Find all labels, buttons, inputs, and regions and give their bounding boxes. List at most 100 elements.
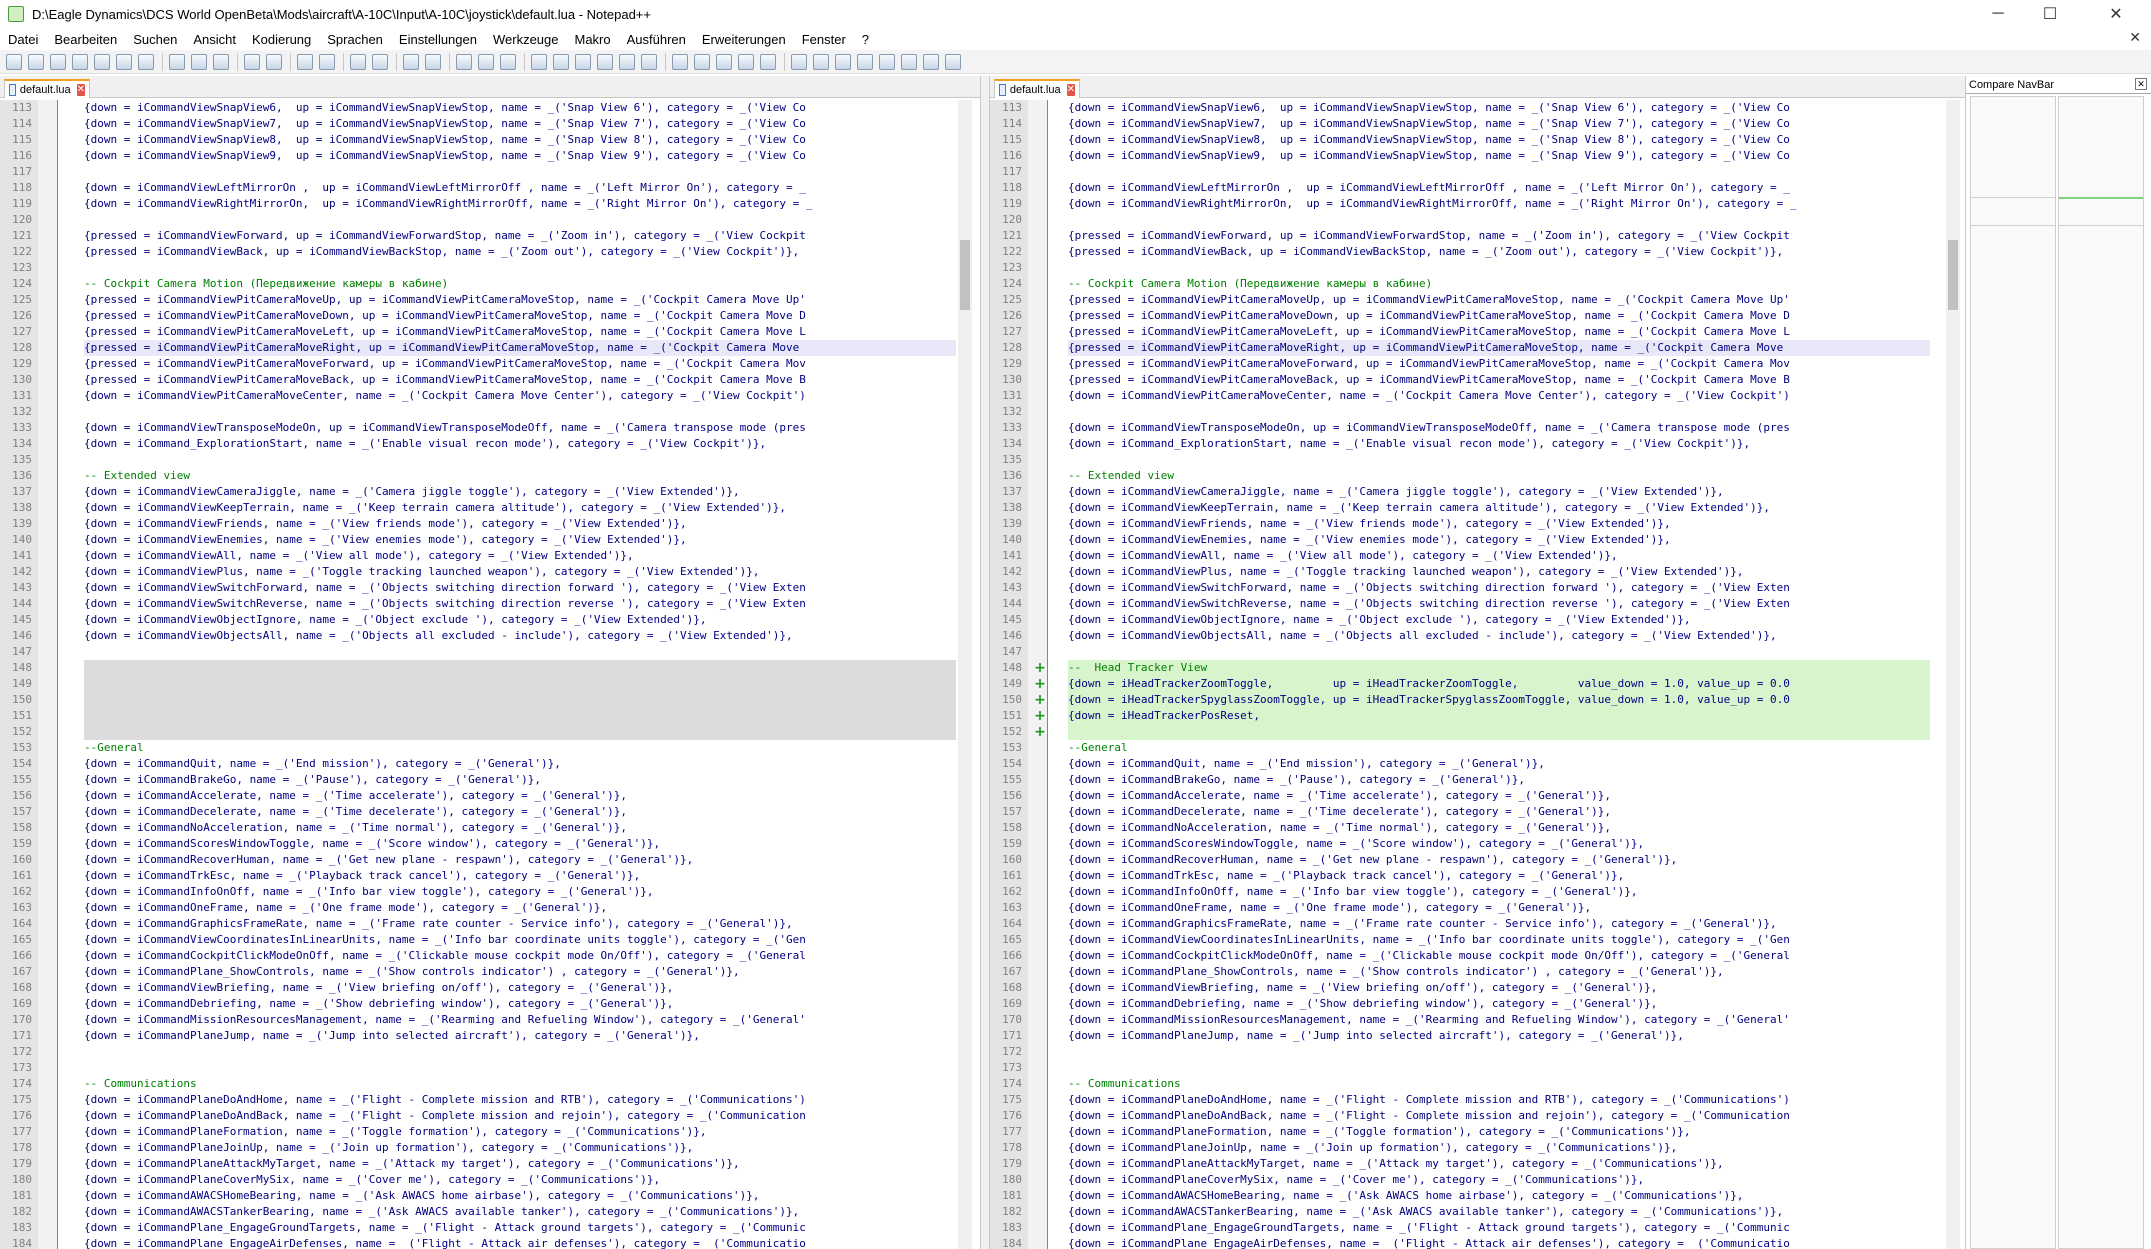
code-line[interactable]: {down = iCommandAWACSHomeBearing, name =… xyxy=(84,1188,956,1204)
code-line[interactable]: {down = iCommandViewPlus, name = _('Togg… xyxy=(84,564,956,580)
code-line[interactable]: {down = iCommandPlaneJump, name = _('Jum… xyxy=(1068,1028,1930,1044)
code-line[interactable]: {down = iCommandViewCameraJiggle, name =… xyxy=(1068,484,1930,500)
code-line[interactable]: {pressed = iCommandViewPitCameraMoveRigh… xyxy=(84,340,956,356)
code-line[interactable]: {pressed = iCommandViewForward, up = iCo… xyxy=(1068,228,1930,244)
code-line[interactable]: {down = iCommandViewObjectsAll, name = _… xyxy=(1068,628,1930,644)
save-all-icon[interactable] xyxy=(72,53,88,70)
minimize-button[interactable]: ─ xyxy=(1972,0,2024,28)
code-line[interactable]: --General xyxy=(84,740,956,756)
code-line[interactable]: {down = iCommandRecoverHuman, name = _('… xyxy=(1068,852,1930,868)
code-line[interactable] xyxy=(1068,1060,1930,1076)
tab-default-lua-right[interactable]: default.lua ✕ xyxy=(994,79,1080,98)
left-text-view[interactable]: {down = iCommandViewSnapView6, up = iCom… xyxy=(84,100,956,1249)
code-line[interactable]: {down = iCommandPlane_EngageAirDefenses,… xyxy=(1068,1236,1930,1249)
code-line[interactable]: {down = iCommandGraphicsFrameRate, name … xyxy=(84,916,956,932)
code-line[interactable]: -- Extended view xyxy=(84,468,956,484)
navbar-right-map[interactable] xyxy=(2058,96,2144,1249)
code-line[interactable]: {down = iCommandDecelerate, name = _('Ti… xyxy=(1068,804,1930,820)
code-line[interactable]: {down = iCommandViewRightMirrorOn, up = … xyxy=(1068,196,1930,212)
code-line[interactable]: {down = iCommandPlane_EngageGroundTarget… xyxy=(1068,1220,1930,1236)
code-line[interactable]: {down = iCommandViewKeepTerrain, name = … xyxy=(1068,500,1930,516)
code-line[interactable] xyxy=(84,644,956,660)
compare-clear-icon[interactable] xyxy=(813,53,829,70)
code-line[interactable]: -- Communications xyxy=(84,1076,956,1092)
code-line[interactable]: {pressed = iCommandViewPitCameraMoveForw… xyxy=(84,356,956,372)
code-line[interactable]: {pressed = iCommandViewPitCameraMoveForw… xyxy=(1068,356,1930,372)
menu-encoding[interactable]: Kodierung xyxy=(244,32,319,47)
code-line[interactable]: {down = iCommandViewAll, name = _('View … xyxy=(84,548,956,564)
navbar-close-icon[interactable]: ✕ xyxy=(2135,78,2147,90)
code-line[interactable]: {down = iCommandAWACSHomeBearing, name =… xyxy=(1068,1188,1930,1204)
menu-search[interactable]: Suchen xyxy=(125,32,185,47)
code-line[interactable] xyxy=(1068,644,1930,660)
code-line[interactable]: {down = iCommandCockpitClickModeOnOff, n… xyxy=(84,948,956,964)
code-line[interactable]: {down = iCommandDecelerate, name = _('Ti… xyxy=(84,804,956,820)
code-line[interactable]: {down = iCommandAWACSTankerBearing, name… xyxy=(84,1204,956,1220)
menu-view[interactable]: Ansicht xyxy=(185,32,244,47)
code-line[interactable]: -- Communications xyxy=(1068,1076,1930,1092)
menu-run[interactable]: Ausführen xyxy=(619,32,694,47)
code-line[interactable]: {down = iCommandViewBriefing, name = _('… xyxy=(1068,980,1930,996)
code-line[interactable]: {pressed = iCommandViewPitCameraMoveUp, … xyxy=(1068,292,1930,308)
code-line[interactable] xyxy=(84,676,956,692)
code-line[interactable]: {pressed = iCommandViewForward, up = iCo… xyxy=(84,228,956,244)
code-line[interactable]: {pressed = iCommandViewBack, up = iComma… xyxy=(84,244,956,260)
code-line[interactable]: {down = iCommandViewObjectIgnore, name =… xyxy=(84,612,956,628)
code-line[interactable]: {down = iCommandViewSwitchForward, name … xyxy=(1068,580,1930,596)
code-line[interactable] xyxy=(84,452,956,468)
code-line[interactable]: {down = iCommandViewBriefing, name = _('… xyxy=(84,980,956,996)
code-line[interactable]: {down = iCommandViewSwitchForward, name … xyxy=(84,580,956,596)
code-line[interactable]: {down = iCommandPlaneCoverMySix, name = … xyxy=(1068,1172,1930,1188)
tab-close-icon[interactable]: ✕ xyxy=(1066,83,1075,96)
navbar-left-map[interactable] xyxy=(1970,96,2056,1249)
code-line[interactable]: {down = iCommandDebriefing, name = _('Sh… xyxy=(84,996,956,1012)
code-line[interactable]: {down = iCommandPlaneCoverMySix, name = … xyxy=(84,1172,956,1188)
code-line[interactable]: {down = iCommandPlaneFormation, name = _… xyxy=(1068,1124,1930,1140)
menu-file[interactable]: Datei xyxy=(0,32,46,47)
code-line[interactable] xyxy=(1068,164,1930,180)
code-line[interactable]: {down = iCommandAWACSTankerBearing, name… xyxy=(1068,1204,1930,1220)
code-line[interactable]: {down = iCommandPlane_EngageAirDefenses,… xyxy=(84,1236,956,1249)
code-line[interactable]: {down = iCommandViewFriends, name = _('V… xyxy=(1068,516,1930,532)
tab-default-lua-left[interactable]: default.lua ✕ xyxy=(4,79,90,98)
menu-edit[interactable]: Bearbeiten xyxy=(46,32,125,47)
left-vertical-scrollbar[interactable] xyxy=(958,100,972,1249)
code-line[interactable] xyxy=(84,1060,956,1076)
close-icon[interactable] xyxy=(94,53,110,70)
code-line[interactable]: {down = iCommandPlaneDoAndBack, name = _… xyxy=(1068,1108,1930,1124)
code-line[interactable]: {down = iCommandViewPitCameraMoveCenter,… xyxy=(84,388,956,404)
folder-workspace-icon[interactable] xyxy=(575,53,591,70)
code-line[interactable]: {down = iCommandOneFrame, name = _('One … xyxy=(84,900,956,916)
play-macro-icon[interactable] xyxy=(716,53,732,70)
code-line[interactable]: {down = iCommandPlane_ShowControls, name… xyxy=(84,964,956,980)
new-file-icon[interactable] xyxy=(6,53,22,70)
left-code-area[interactable]: 113 114 115 116 117 118 119 120 121 122 123 124 125 1… xyxy=(0,100,980,1249)
code-line[interactable] xyxy=(84,260,956,276)
replace-icon[interactable] xyxy=(319,53,335,70)
record-macro-icon[interactable] xyxy=(672,53,688,70)
document-map-icon[interactable] xyxy=(531,53,547,70)
undo-icon[interactable] xyxy=(244,53,260,70)
code-line[interactable]: {pressed = iCommandViewPitCameraMoveUp, … xyxy=(84,292,956,308)
code-line[interactable] xyxy=(84,708,956,724)
close-all-icon[interactable] xyxy=(116,53,132,70)
code-line[interactable]: {down = iCommandBrakeGo, name = _('Pause… xyxy=(1068,772,1930,788)
code-line[interactable]: {down = iCommandViewCoordinatesInLinearU… xyxy=(84,932,956,948)
code-line[interactable]: {down = iCommandScoresWindowToggle, name… xyxy=(84,836,956,852)
code-line[interactable]: {down = iCommandViewPitCameraMoveCenter,… xyxy=(1068,388,1930,404)
stop-macro-icon[interactable] xyxy=(694,53,710,70)
code-line[interactable] xyxy=(84,164,956,180)
code-line[interactable]: {down = iHeadTrackerZoomToggle, up = iHe… xyxy=(1068,676,1930,692)
code-line[interactable]: {down = iCommandScoresWindowToggle, name… xyxy=(1068,836,1930,852)
code-line[interactable]: -- Cockpit Camera Motion (Передвижение к… xyxy=(1068,276,1930,292)
code-line[interactable]: {down = iCommandViewObjectsAll, name = _… xyxy=(84,628,956,644)
word-wrap-icon[interactable] xyxy=(456,53,472,70)
code-line[interactable] xyxy=(84,404,956,420)
code-line[interactable]: {down = iCommandPlaneDoAndHome, name = _… xyxy=(84,1092,956,1108)
code-line[interactable]: {down = iCommandPlaneAttackMyTarget, nam… xyxy=(1068,1156,1930,1172)
code-line[interactable]: {down = iCommandBrakeGo, name = _('Pause… xyxy=(84,772,956,788)
menu-tools[interactable]: Werkzeuge xyxy=(485,32,567,47)
code-line[interactable] xyxy=(84,212,956,228)
code-line[interactable]: {down = iCommandPlane_EngageGroundTarget… xyxy=(84,1220,956,1236)
code-line[interactable] xyxy=(1068,724,1930,740)
